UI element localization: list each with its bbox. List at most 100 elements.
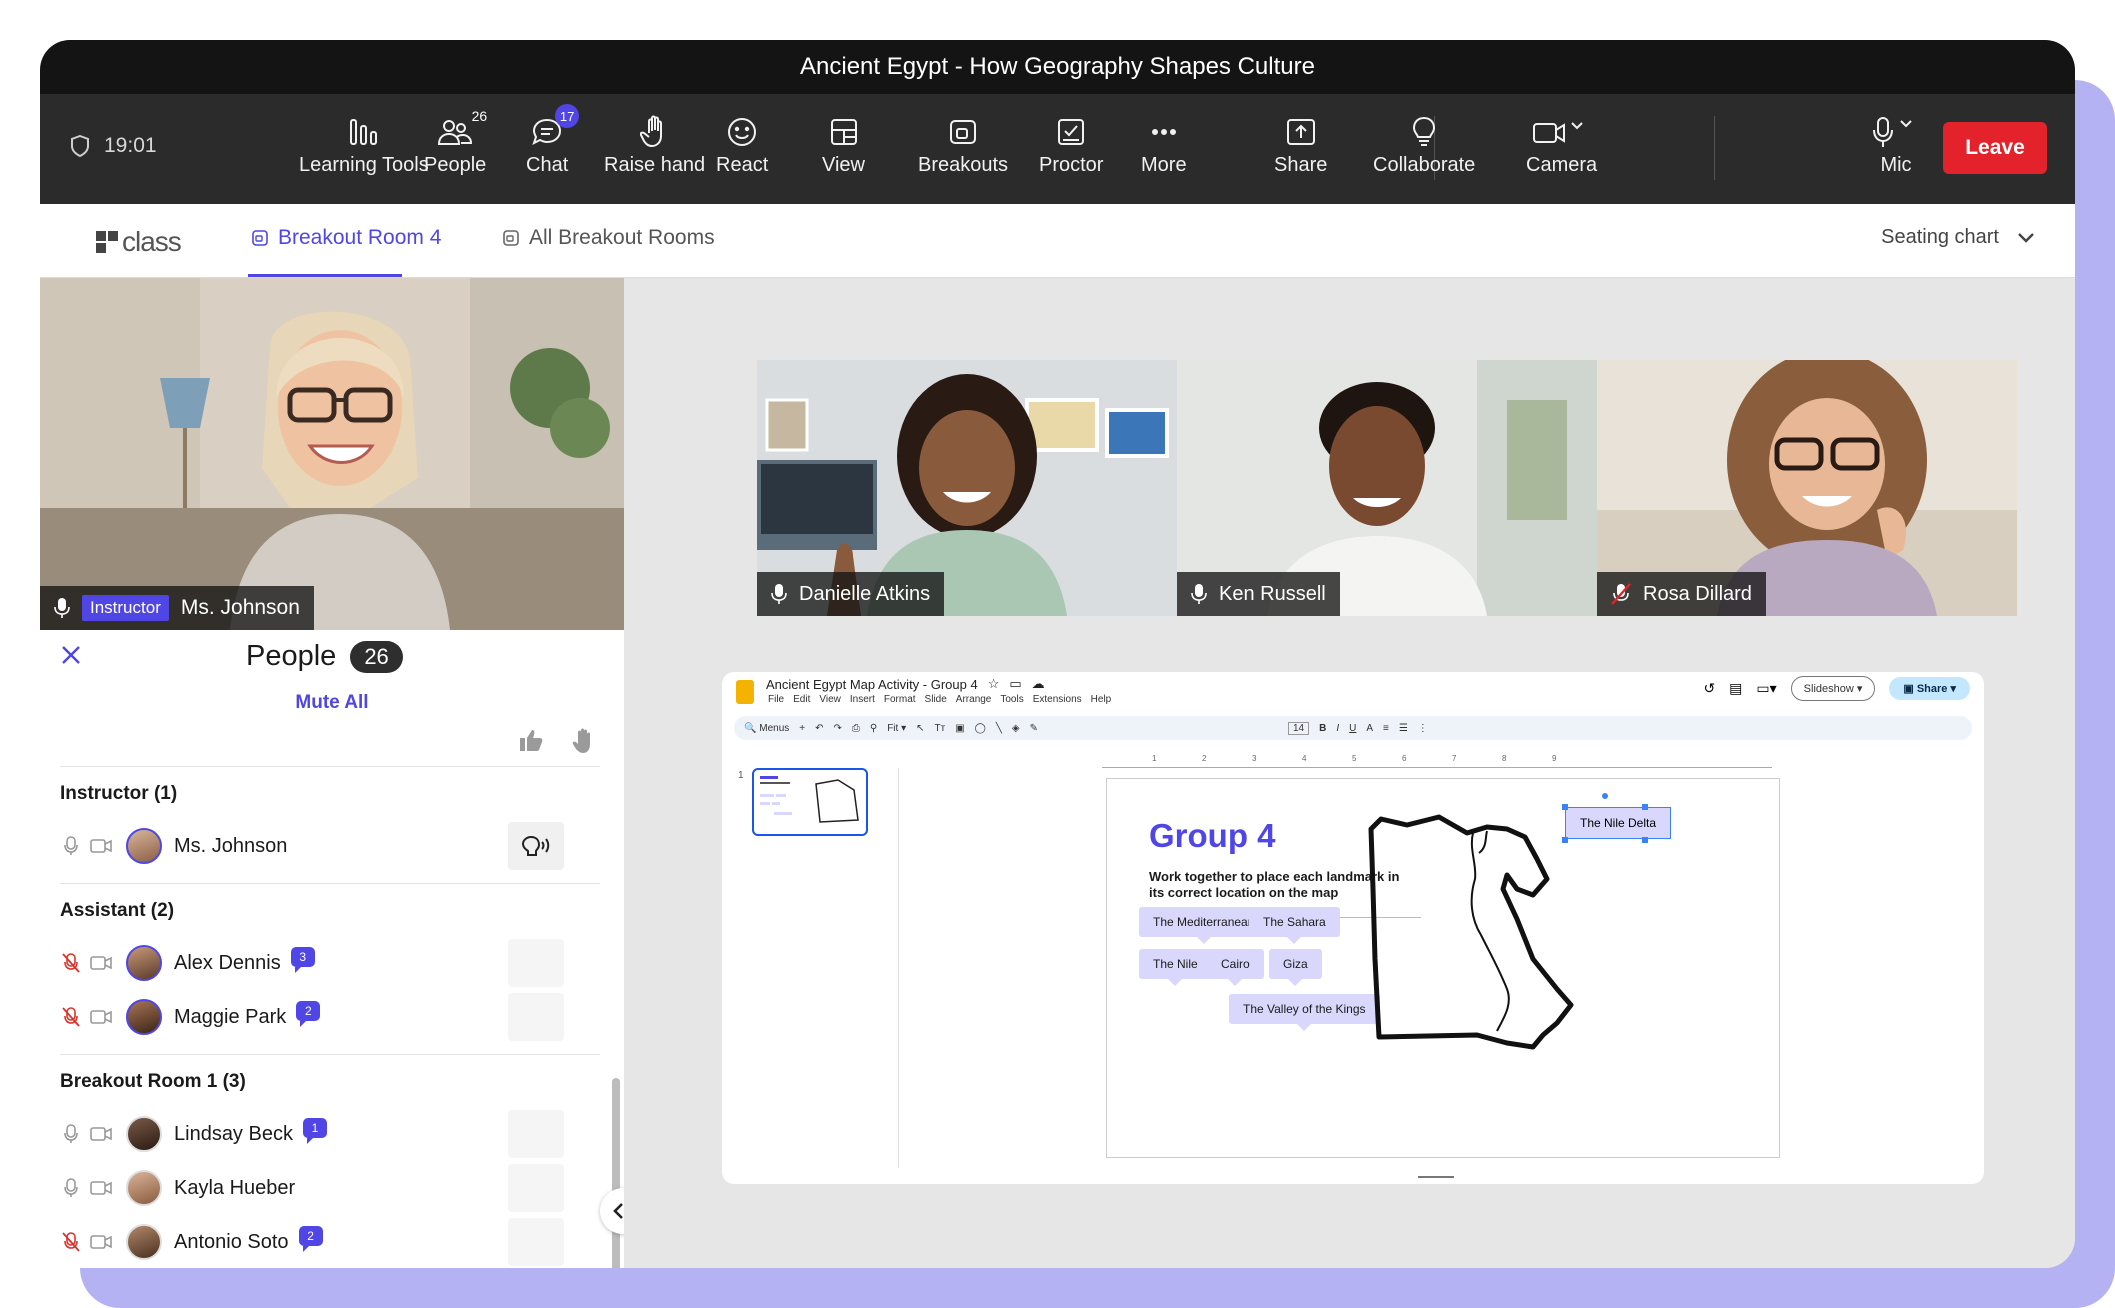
share-button[interactable]: Share <box>1274 112 1327 177</box>
select-icon[interactable]: ↖ <box>916 723 924 734</box>
mic-icon[interactable] <box>60 1122 82 1146</box>
menu-search[interactable]: 🔍 Menus <box>744 723 789 734</box>
star-icon[interactable]: ☆ <box>988 676 1000 692</box>
shared-slides-window[interactable]: Ancient Egypt Map Activity - Group 4 ☆ ▭… <box>722 672 1984 1184</box>
participant-row[interactable]: Maggie Park 2 <box>60 990 600 1044</box>
camera-icon[interactable] <box>90 1230 112 1254</box>
leave-button[interactable]: Leave <box>1943 122 2047 174</box>
selected-textbox-nile-delta[interactable]: The Nile Delta <box>1565 807 1672 839</box>
raise-hand-button[interactable]: Raise hand <box>604 112 705 177</box>
more-icon[interactable]: ⋮ <box>1418 723 1428 734</box>
shape-icon[interactable]: ◯ <box>975 723 986 734</box>
camera-icon[interactable] <box>90 1176 112 1200</box>
rotate-handle[interactable] <box>1602 793 1608 799</box>
new-slide-icon[interactable]: + <box>799 723 805 734</box>
mute-all-button[interactable]: Mute All <box>40 692 624 714</box>
view-button[interactable]: View <box>822 112 865 177</box>
chat-count-badge[interactable]: 3 <box>290 947 315 973</box>
mic-button[interactable]: Mic <box>1871 112 1921 177</box>
student-video-tile[interactable]: Danielle Atkins <box>757 360 1177 616</box>
listening-status[interactable] <box>508 822 564 870</box>
tab-breakout-room-4[interactable]: Breakout Room 4 <box>252 226 441 250</box>
thumbs-up-icon[interactable] <box>518 728 544 752</box>
undo-icon[interactable]: ↶ <box>815 723 823 734</box>
raise-hand-icon[interactable] <box>572 728 596 754</box>
chat-button[interactable]: 17 Chat <box>526 104 580 177</box>
menu-insert[interactable]: Insert <box>850 694 875 705</box>
comments-icon[interactable]: ▤ <box>1729 680 1742 697</box>
menu-arrange[interactable]: Arrange <box>956 694 992 705</box>
mic-icon[interactable] <box>60 1176 82 1200</box>
landmark-chip[interactable]: Cairo <box>1207 949 1264 986</box>
slideshow-button[interactable]: Slideshow ▾ <box>1790 676 1876 701</box>
menu-extensions[interactable]: Extensions <box>1033 694 1082 705</box>
image-icon[interactable]: ▣ <box>955 723 964 734</box>
mic-muted-icon[interactable] <box>60 951 82 975</box>
mic-icon[interactable] <box>60 834 82 858</box>
landmark-chip[interactable]: The Nile <box>1139 949 1212 986</box>
fill-color-icon[interactable]: ◈ <box>1012 723 1020 734</box>
mic-muted-icon[interactable] <box>60 1230 82 1254</box>
font-size-field[interactable]: 14 <box>1288 721 1310 735</box>
history-icon[interactable]: ↺ <box>1703 680 1715 697</box>
participant-row[interactable]: Ms. Johnson <box>60 819 600 873</box>
list-icon[interactable]: ☰ <box>1399 723 1408 734</box>
menu-format[interactable]: Format <box>884 694 916 705</box>
landmark-chip[interactable]: Giza <box>1269 949 1322 986</box>
menu-edit[interactable]: Edit <box>793 694 810 705</box>
menu-view[interactable]: View <box>819 694 841 705</box>
folder-icon[interactable]: ▭ <box>1009 676 1021 692</box>
camera-icon[interactable] <box>90 834 112 858</box>
camera-icon[interactable] <box>90 1005 112 1029</box>
participant-row[interactable]: Antonio Soto 2 <box>60 1215 600 1268</box>
people-list-scrollbar[interactable] <box>612 1078 620 1268</box>
underline-icon[interactable]: U <box>1349 723 1356 734</box>
student-video-tile[interactable]: Rosa Dillard <box>1597 360 2017 616</box>
zoom-select[interactable]: Fit ▾ <box>887 723 906 734</box>
redo-icon[interactable]: ↷ <box>833 723 841 734</box>
more-button[interactable]: More <box>1141 112 1187 177</box>
print-icon[interactable]: ⎙ <box>852 723 860 734</box>
border-color-icon[interactable]: ✎ <box>1030 723 1038 734</box>
tab-all-breakout-rooms[interactable]: All Breakout Rooms <box>503 226 715 250</box>
mic-muted-icon[interactable] <box>60 1005 82 1029</box>
seating-chart-dropdown[interactable]: Seating chart <box>1881 226 2035 249</box>
close-icon[interactable] <box>60 644 82 666</box>
selection-handle[interactable] <box>1642 837 1648 843</box>
chat-count-badge[interactable]: 1 <box>302 1118 327 1144</box>
participant-row[interactable]: Alex Dennis 3 <box>60 936 600 990</box>
menu-slide[interactable]: Slide <box>925 694 947 705</box>
text-color-icon[interactable]: A <box>1366 723 1373 734</box>
camera-button[interactable]: Camera <box>1526 112 1597 177</box>
italic-icon[interactable]: I <box>1336 723 1339 734</box>
meet-icon[interactable]: ▭▾ <box>1756 680 1776 697</box>
selection-handle[interactable] <box>1562 837 1568 843</box>
participant-row[interactable]: Kayla Hueber <box>60 1161 600 1215</box>
align-icon[interactable]: ≡ <box>1383 723 1389 734</box>
slides-share-button[interactable]: ▣ Share ▾ <box>1889 677 1970 700</box>
slide-thumbnail[interactable] <box>752 768 868 836</box>
selection-handle[interactable] <box>1642 804 1648 810</box>
breakouts-button[interactable]: Breakouts <box>918 112 1008 177</box>
textbox-icon[interactable]: Tт <box>935 723 946 734</box>
line-icon[interactable]: ╲ <box>996 723 1002 734</box>
proctor-button[interactable]: Proctor <box>1039 112 1103 177</box>
collaborate-button[interactable]: Collaborate <box>1373 112 1475 177</box>
selection-handle[interactable] <box>1562 804 1568 810</box>
student-video-tile[interactable]: Ken Russell <box>1177 360 1597 616</box>
menu-tools[interactable]: Tools <box>1000 694 1023 705</box>
menu-file[interactable]: File <box>768 694 784 705</box>
chat-count-badge[interactable]: 2 <box>298 1226 323 1252</box>
camera-icon[interactable] <box>90 1122 112 1146</box>
bold-icon[interactable]: B <box>1319 723 1326 734</box>
slide-canvas[interactable]: Group 4 Work together to place each land… <box>1106 778 1780 1158</box>
learning-tools-button[interactable]: Learning Tools <box>299 112 429 177</box>
chat-count-badge[interactable]: 2 <box>296 1001 321 1027</box>
camera-icon[interactable] <box>90 951 112 975</box>
menu-help[interactable]: Help <box>1091 694 1112 705</box>
landmark-chip[interactable]: The Sahara <box>1249 907 1340 944</box>
slide-heading[interactable]: Group 4 <box>1149 817 1276 855</box>
zoom-icon[interactable]: ⚲ <box>870 723 877 734</box>
people-button[interactable]: 26 People <box>424 108 487 177</box>
slides-resize-grip[interactable] <box>1418 1176 1454 1178</box>
